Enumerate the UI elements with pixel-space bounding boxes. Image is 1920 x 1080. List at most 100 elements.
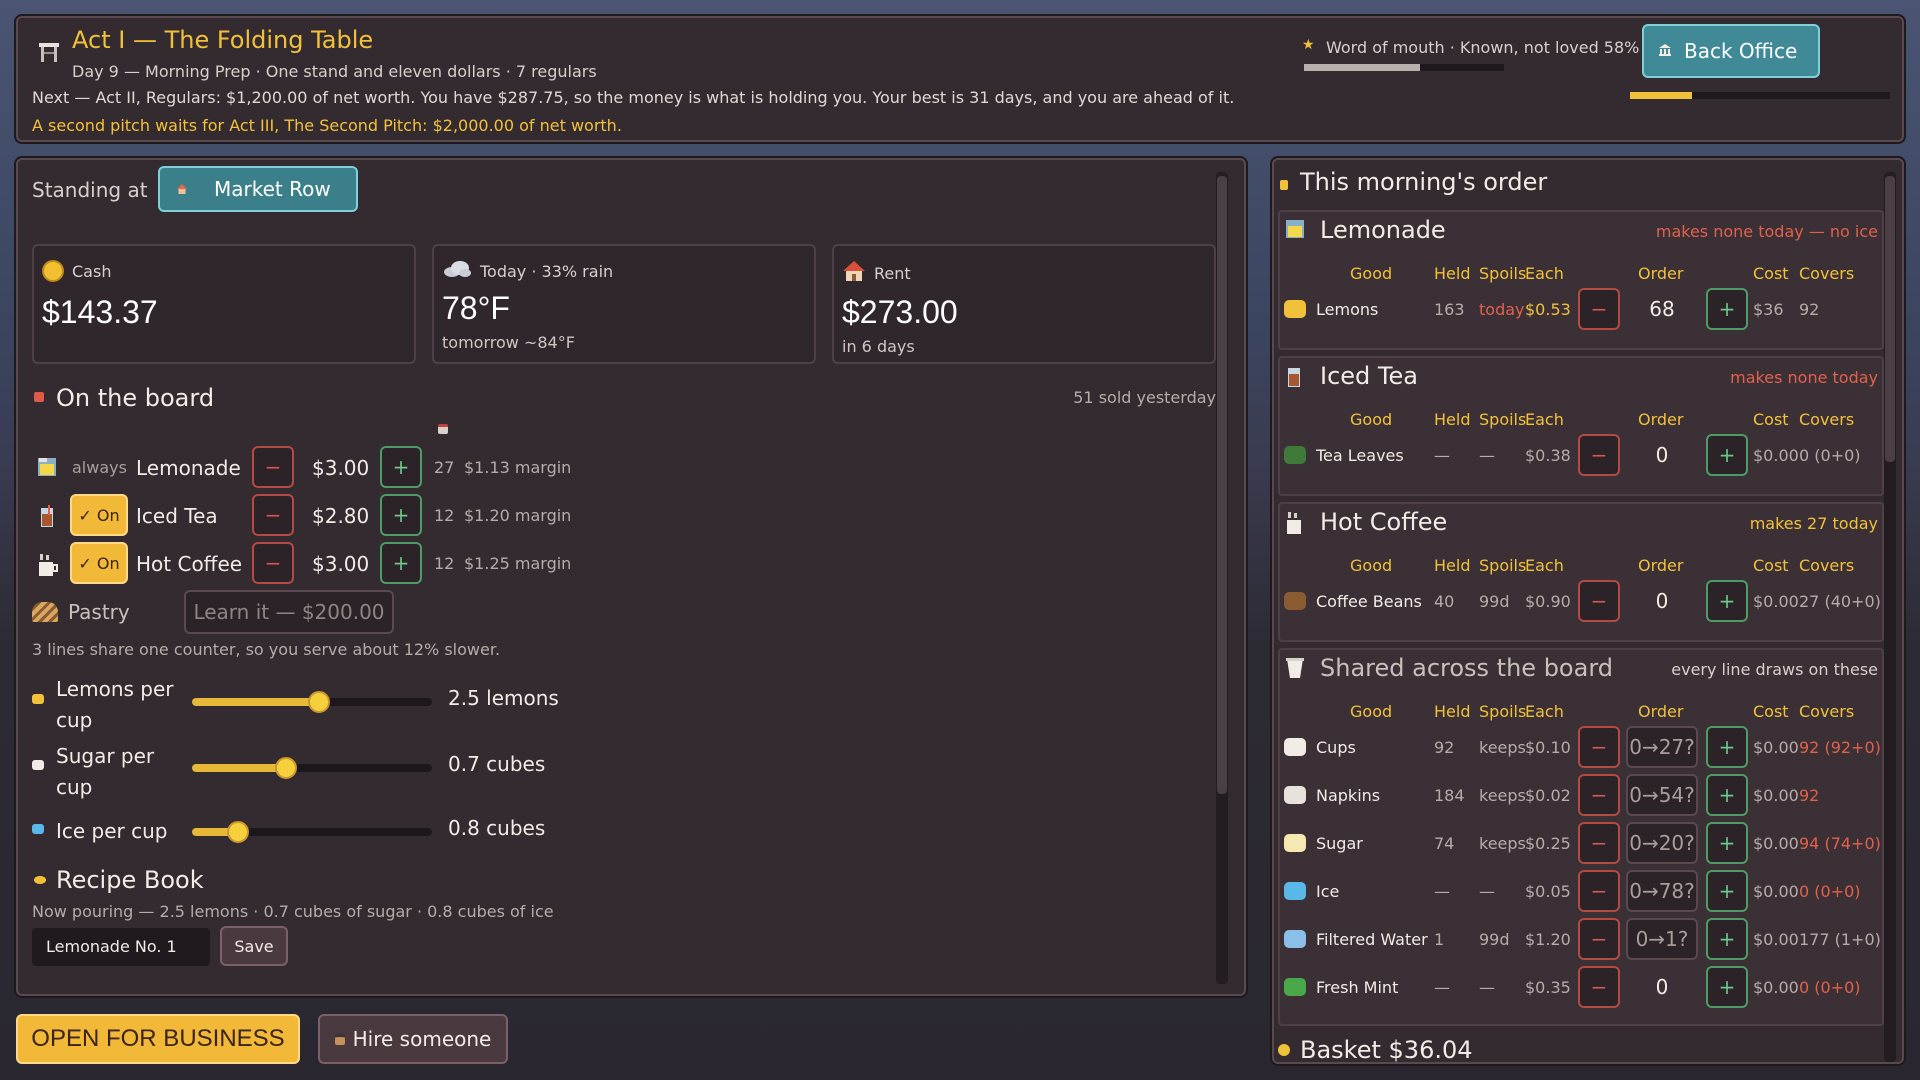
hire-button[interactable]: Hire someone	[318, 1014, 508, 1064]
right-scroll-thumb[interactable]	[1885, 176, 1895, 462]
back-office-progress	[1630, 92, 1890, 99]
save-recipe-button[interactable]: Save	[220, 926, 288, 966]
right-scrollbar[interactable]	[1884, 172, 1896, 1062]
slider-track[interactable]	[192, 821, 432, 843]
back-office-label: Back Office	[1684, 39, 1798, 63]
plus-icon: +	[392, 551, 410, 575]
lemonade-icon	[36, 456, 58, 482]
product-price: $2.80	[312, 504, 370, 528]
price-plus-button[interactable]: +	[380, 446, 422, 488]
minus-icon: −	[1590, 735, 1608, 759]
order-minus-button[interactable]: −	[1578, 288, 1620, 330]
covers-value: 0 (0+0)	[1799, 882, 1861, 901]
learn-pastry-button[interactable]: Learn it — $200.00	[184, 590, 394, 634]
minus-icon: −	[264, 503, 282, 527]
order-plus-button[interactable]: +	[1706, 870, 1748, 912]
order-quantity[interactable]: 0→20?	[1626, 822, 1698, 864]
column-header-order: Order	[1638, 556, 1684, 575]
plus-icon: +	[1718, 735, 1736, 759]
lemon-bullet-icon	[34, 876, 46, 884]
recipe-name-input[interactable]: Lemonade No. 1	[32, 928, 210, 966]
order-minus-button[interactable]: −	[1578, 774, 1620, 816]
next-goal: Next — Act II, Regulars: $1,200.00 of ne…	[32, 88, 1235, 107]
plus-icon: +	[392, 503, 410, 527]
back-office-button[interactable]: Back Office	[1642, 24, 1820, 78]
product-count: 27	[434, 458, 455, 477]
covers-value: 0 (0+0)	[1799, 978, 1861, 997]
cost-value: $0.00	[1753, 786, 1799, 805]
hot-coffee-icon	[36, 552, 60, 582]
order-minus-button[interactable]: −	[1578, 918, 1620, 960]
left-scrollbar[interactable]	[1216, 172, 1228, 984]
order-quantity[interactable]: 68	[1626, 288, 1698, 330]
location-button[interactable]: Market Row	[158, 166, 358, 212]
plus-icon: +	[1718, 927, 1736, 951]
order-quantity[interactable]: 0→54?	[1626, 774, 1698, 816]
slider-knob[interactable]	[274, 757, 297, 779]
open-for-business-button[interactable]: OPEN FOR BUSINESS	[16, 1014, 300, 1064]
order-quantity[interactable]: 0	[1626, 966, 1698, 1008]
rent-due: in 6 days	[842, 337, 915, 356]
price-minus-button[interactable]: −	[252, 446, 294, 488]
order-plus-button[interactable]: +	[1706, 918, 1748, 960]
order-minus-button[interactable]: −	[1578, 822, 1620, 864]
order-plus-button[interactable]: +	[1706, 774, 1748, 816]
good-icon	[1284, 834, 1306, 852]
order-plus-button[interactable]: +	[1706, 580, 1748, 622]
column-header-covers: Covers	[1799, 702, 1855, 721]
order-minus-button[interactable]: −	[1578, 870, 1620, 912]
standing-at-label: Standing at	[32, 178, 148, 202]
column-header-good: Good	[1350, 410, 1393, 429]
left-scroll-thumb[interactable]	[1217, 176, 1227, 794]
slider-track[interactable]	[192, 691, 432, 713]
cost-value: $0.00	[1753, 930, 1799, 949]
column-header-cost: Cost	[1753, 410, 1789, 429]
held-value: 163	[1434, 300, 1465, 319]
order-quantity[interactable]: 0	[1626, 434, 1698, 476]
section-note: makes 27 today	[1749, 514, 1878, 533]
order-plus-button[interactable]: +	[1706, 966, 1748, 1008]
product-row-iced-tea: ✓ On Iced Tea − $2.80 +12 $1.20 margin	[32, 494, 592, 538]
always-label: always	[72, 458, 127, 477]
order-minus-button[interactable]: −	[1578, 434, 1620, 476]
weather-forecast: tomorrow ~84°F	[442, 333, 575, 352]
basket-icon	[1278, 1044, 1290, 1056]
slider-track[interactable]	[192, 757, 432, 779]
order-minus-button[interactable]: −	[1578, 966, 1620, 1008]
spoils-value: 99d	[1479, 592, 1510, 611]
order-minus-button[interactable]: −	[1578, 580, 1620, 622]
price-minus-button[interactable]: −	[252, 494, 294, 536]
each-value: $0.53	[1525, 300, 1571, 319]
price-plus-button[interactable]: +	[380, 542, 422, 584]
price-minus-button[interactable]: −	[252, 542, 294, 584]
order-plus-button[interactable]: +	[1706, 822, 1748, 864]
plus-icon: +	[392, 455, 410, 479]
rent-value: $273.00	[842, 294, 958, 330]
product-toggle[interactable]: ✓ On	[70, 494, 128, 536]
product-margin: $1.13 margin	[464, 458, 572, 477]
good-name: Fresh Mint	[1316, 978, 1399, 997]
order-quantity[interactable]: 0→78?	[1626, 870, 1698, 912]
section-title: Iced Tea	[1320, 362, 1418, 390]
each-value: $0.02	[1525, 786, 1571, 805]
order-plus-button[interactable]: +	[1706, 726, 1748, 768]
cloud-icon	[442, 260, 472, 282]
iced-tea-icon	[36, 504, 58, 532]
column-header-covers: Covers	[1799, 410, 1855, 429]
order-quantity[interactable]: 0→27?	[1626, 726, 1698, 768]
slider-knob[interactable]	[226, 821, 249, 843]
order-plus-button[interactable]: +	[1706, 434, 1748, 476]
order-quantity[interactable]: 0→1?	[1626, 918, 1698, 960]
order-quantity[interactable]: 0	[1626, 580, 1698, 622]
covers-value: 92	[1799, 786, 1820, 805]
column-header-cost: Cost	[1753, 556, 1789, 575]
spoils-value: keeps	[1479, 738, 1526, 757]
price-plus-button[interactable]: +	[380, 494, 422, 536]
order-minus-button[interactable]: −	[1578, 726, 1620, 768]
recipe-title: Recipe Book	[56, 866, 204, 894]
section-title: Hot Coffee	[1320, 508, 1448, 536]
good-name: Lemons	[1316, 300, 1379, 319]
bank-icon	[1658, 42, 1672, 61]
product-toggle[interactable]: ✓ On	[70, 542, 128, 584]
order-plus-button[interactable]: +	[1706, 288, 1748, 330]
